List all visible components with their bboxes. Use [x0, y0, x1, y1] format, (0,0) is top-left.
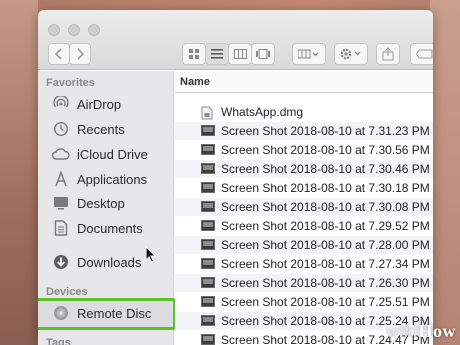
sidebar-item-downloads[interactable]: Downloads: [52, 251, 141, 273]
arrange-icon: [298, 49, 319, 59]
devices-header: Devices: [46, 286, 88, 298]
sidebar-item-label: iCloud Drive: [77, 146, 148, 162]
sidebar-item-recents[interactable]: Recents: [52, 118, 125, 140]
disc-icon: [52, 304, 70, 322]
file-row[interactable]: Screen Shot 2018-08-10 at 7.30.08 PM: [175, 198, 433, 216]
favorites-header: Favorites: [46, 77, 95, 89]
file-row[interactable]: Screen Shot 2018-08-10 at 7.28.00 PM: [175, 236, 433, 254]
chevron-left-icon: [55, 48, 62, 60]
image-file-icon: [201, 201, 215, 213]
image-file-icon: [201, 239, 215, 251]
sidebar: Favorites AirDrop Recents iCloud Drive A…: [38, 71, 176, 345]
file-row[interactable]: Screen Shot 2018-08-10 at 7.31.23 PM: [175, 122, 433, 140]
document-icon: [52, 219, 70, 237]
desktop-background-right: [430, 0, 460, 345]
image-file-icon: [201, 334, 215, 345]
tags-header: Tags: [46, 337, 71, 345]
gear-icon: [340, 48, 361, 60]
image-file-icon: [201, 277, 215, 289]
file-name: Screen Shot 2018-08-10 at 7.30.56 PM: [221, 143, 430, 157]
chevron-right-icon: [77, 48, 84, 60]
file-name: Screen Shot 2018-08-10 at 7.30.46 PM: [221, 162, 430, 176]
file-name: Screen Shot 2018-08-10 at 7.25.51 PM: [221, 295, 430, 309]
close-window-button[interactable]: [48, 24, 60, 36]
icon-view-button[interactable]: [182, 43, 206, 65]
file-row[interactable]: Screen Shot 2018-08-10 at 7.29.52 PM: [175, 217, 433, 235]
sidebar-item-desktop[interactable]: Desktop: [52, 192, 125, 214]
file-list: Name WhatsApp.dmg Screen Shot 2018-08-10…: [175, 71, 433, 345]
back-button[interactable]: [48, 43, 70, 65]
sidebar-item-label: Remote Disc: [77, 305, 152, 321]
file-row[interactable]: WhatsApp.dmg: [175, 103, 433, 121]
applications-icon: [52, 170, 70, 188]
group-by-button[interactable]: [292, 43, 326, 65]
finder-window: Favorites AirDrop Recents iCloud Drive A…: [38, 10, 433, 345]
file-name: Screen Shot 2018-08-10 at 7.26.30 PM: [221, 276, 430, 290]
sidebar-item-label: Downloads: [77, 254, 142, 270]
image-file-icon: [201, 144, 215, 156]
columns-icon: [233, 49, 247, 59]
sidebar-item-applications[interactable]: Applications: [52, 168, 147, 190]
image-file-icon: [201, 125, 215, 137]
share-button[interactable]: [376, 43, 400, 65]
file-row[interactable]: Screen Shot 2018-08-10 at 7.26.30 PM: [175, 274, 433, 292]
gallery-icon: [256, 49, 270, 59]
column-header-name[interactable]: Name: [175, 71, 433, 93]
image-file-icon: [201, 182, 215, 194]
sidebar-item-remote-disc[interactable]: Remote Disc: [52, 302, 151, 324]
download-icon: [52, 253, 70, 271]
column-view-button[interactable]: [228, 43, 252, 65]
file-name: Screen Shot 2018-08-10 at 7.30.18 PM: [221, 181, 430, 195]
file-row[interactable]: Screen Shot 2018-08-10 at 7.25.51 PM: [175, 293, 433, 311]
file-row[interactable]: Screen Shot 2018-08-10 at 7.30.46 PM: [175, 160, 433, 178]
sidebar-item-label: Recents: [77, 121, 125, 137]
file-name: Screen Shot 2018-08-10 at 7.31.23 PM: [221, 124, 430, 138]
cloud-icon: [52, 145, 70, 163]
tag-icon: [416, 49, 433, 59]
image-file-icon: [201, 163, 215, 175]
toolbar: [38, 10, 433, 70]
wikihow-watermark: wikiHow: [386, 321, 456, 341]
sidebar-item-label: Desktop: [77, 195, 125, 211]
file-row[interactable]: Screen Shot 2018-08-10 at 7.27.34 PM: [175, 255, 433, 273]
clock-icon: [52, 120, 70, 138]
file-row[interactable]: Screen Shot 2018-08-10 at 7.30.56 PM: [175, 141, 433, 159]
zoom-window-button[interactable]: [88, 24, 100, 36]
list-icon: [211, 49, 223, 59]
sidebar-item-airdrop[interactable]: AirDrop: [52, 93, 121, 115]
image-file-icon: [201, 258, 215, 270]
airdrop-icon: [52, 95, 70, 113]
file-name: Screen Shot 2018-08-10 at 7.28.00 PM: [221, 238, 430, 252]
desktop-icon: [52, 194, 70, 212]
mouse-pointer-icon: [145, 246, 157, 263]
image-file-icon: [201, 296, 215, 308]
image-file-icon: [201, 315, 215, 327]
image-file-icon: [201, 220, 215, 232]
file-name: Screen Shot 2018-08-10 at 7.30.08 PM: [221, 200, 430, 214]
file-row[interactable]: Screen Shot 2018-08-10 at 7.30.18 PM: [175, 179, 433, 197]
forward-button[interactable]: [69, 43, 91, 65]
file-name: WhatsApp.dmg: [221, 105, 304, 119]
sidebar-item-documents[interactable]: Documents: [52, 217, 143, 239]
sidebar-item-icloud-drive[interactable]: iCloud Drive: [52, 143, 148, 165]
sidebar-item-label: AirDrop: [77, 96, 122, 112]
file-name: Screen Shot 2018-08-10 at 7.27.34 PM: [221, 257, 430, 271]
sidebar-item-label: Documents: [77, 220, 143, 236]
sidebar-item-label: Applications: [77, 171, 148, 187]
dmg-file-icon: [201, 106, 215, 120]
minimize-window-button[interactable]: [68, 24, 80, 36]
gallery-view-button[interactable]: [251, 43, 275, 65]
list-view-button[interactable]: [205, 43, 229, 65]
share-icon: [382, 47, 394, 61]
file-name: Screen Shot 2018-08-10 at 7.29.52 PM: [221, 219, 430, 233]
desktop-background-left: [0, 0, 38, 345]
action-button[interactable]: [334, 43, 368, 65]
tags-button[interactable]: [410, 43, 433, 65]
grid-icon: [189, 49, 199, 59]
